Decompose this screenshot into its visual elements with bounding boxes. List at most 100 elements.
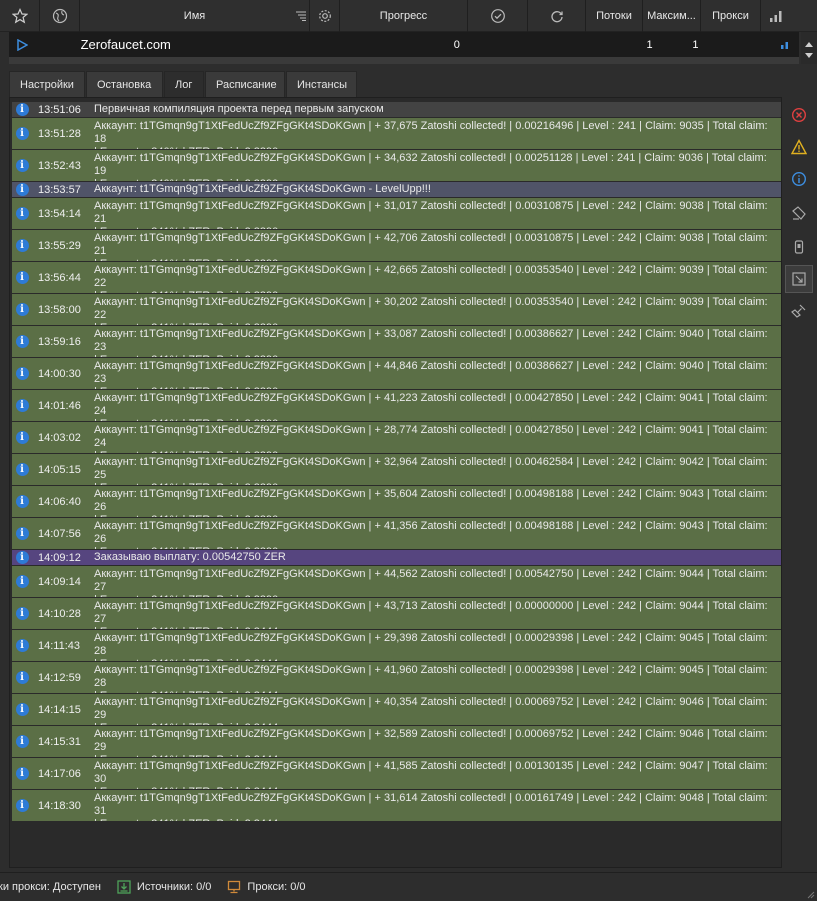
log-message: Аккаунт: t1TGmqn9gT1XtFedUcZf9ZFgGKt4SDo… xyxy=(94,183,431,195)
check-circle-icon xyxy=(490,9,505,23)
info-icon: i xyxy=(15,335,29,348)
settings-column-header[interactable] xyxy=(310,0,340,32)
progress-column-label: Прогресс xyxy=(379,10,428,22)
log-row[interactable]: i 14:06:40 Аккаунт: t1TGmqn9gT1XtFedUcZf9Z… xyxy=(12,486,781,518)
log-row[interactable]: i 13:53:57 Аккаунт: t1TGmqn9gT1XtFedUcZf9Z… xyxy=(12,182,781,198)
log-row[interactable]: i 14:17:06 Аккаунт: t1TGmqn9gT1XtFedUcZf9Z… xyxy=(12,758,781,790)
log-time: 14:07:56 xyxy=(38,527,81,540)
info-filter-button[interactable] xyxy=(785,165,813,193)
name-column-header[interactable]: Имя xyxy=(80,0,310,32)
log-row[interactable]: i 14:10:28 Аккаунт: t1TGmqn9gT1XtFedUcZf9Z… xyxy=(12,598,781,630)
error-filter-button[interactable] xyxy=(785,101,813,129)
globe-icon xyxy=(52,8,67,24)
proxies-status[interactable]: Прокси: 0/0 xyxy=(227,880,306,894)
resize-grip-icon[interactable] xyxy=(805,889,815,899)
log-row[interactable]: i 13:58:00 Аккаунт: t1TGmqn9gT1XtFedUcZf9Z… xyxy=(12,294,781,326)
log-message: Аккаунт: t1TGmqn9gT1XtFedUcZf9ZFgGKt4SDo… xyxy=(94,696,768,725)
log-row-icon-cell: i xyxy=(12,102,32,117)
tab-settings[interactable]: Настройки xyxy=(9,71,85,97)
sources-status[interactable]: Источники: 0/0 xyxy=(117,880,211,894)
log-time: 13:51:28 xyxy=(38,127,81,140)
scroll-up-arrow-icon[interactable] xyxy=(805,42,813,47)
tab-schedule[interactable]: Расписание xyxy=(205,71,285,97)
log-time: 13:51:06 xyxy=(38,103,81,116)
log-row-icon-cell: i xyxy=(12,486,32,517)
log-row[interactable]: i 13:54:14 Аккаунт: t1TGmqn9gT1XtFedUcZf9Z… xyxy=(12,198,781,230)
play-button[interactable] xyxy=(9,32,35,57)
copy-log-button[interactable] xyxy=(785,233,813,261)
info-icon: i xyxy=(15,799,29,812)
log-row[interactable]: i 14:09:12 Заказываю выплату: 0.00542750 Z… xyxy=(12,550,781,566)
copy-icon xyxy=(794,240,804,254)
log-list: i 13:51:06 Первичная компиляция проекта пе… xyxy=(12,102,781,822)
info-icon: i xyxy=(15,207,29,220)
log-row[interactable]: i 14:15:31 Аккаунт: t1TGmqn9gT1XtFedUcZf9Z… xyxy=(12,726,781,758)
max-column-header[interactable]: Максим... xyxy=(643,0,701,32)
log-time: 14:18:30 xyxy=(38,799,81,812)
log-row[interactable]: i 14:05:15 Аккаунт: t1TGmqn9gT1XtFedUcZf9Z… xyxy=(12,454,781,486)
log-panel[interactable]: i 13:51:06 Первичная компиляция проекта пе… xyxy=(9,97,782,868)
tab-instances[interactable]: Инстансы xyxy=(286,71,357,97)
log-row-icon-cell: i xyxy=(12,662,32,693)
log-message: Аккаунт: t1TGmqn9gT1XtFedUcZf9ZFgGKt4SDo… xyxy=(94,296,768,325)
log-row[interactable]: i 14:03:02 Аккаунт: t1TGmqn9gT1XtFedUcZf9Z… xyxy=(12,422,781,454)
log-row[interactable]: i 14:12:59 Аккаунт: t1TGmqn9gT1XtFedUcZf9Z… xyxy=(12,662,781,694)
log-row[interactable]: i 13:52:43 Аккаунт: t1TGmqn9gT1XtFedUcZf9Z… xyxy=(12,150,781,182)
tab-log[interactable]: Лог xyxy=(164,71,204,97)
log-row-icon-cell: i xyxy=(12,630,32,661)
project-name[interactable]: Zerofaucet.com xyxy=(81,32,265,57)
grid-horizontal-scrollbar[interactable] xyxy=(9,57,799,64)
log-row[interactable]: i 14:00:30 Аккаунт: t1TGmqn9gT1XtFedUcZf9Z… xyxy=(12,358,781,390)
project-priority xyxy=(769,32,799,57)
log-row[interactable]: i 13:56:44 Аккаунт: t1TGmqn9gT1XtFedUcZf9Z… xyxy=(12,262,781,294)
log-message: Заказываю выплату: 0.00542750 ZER xyxy=(94,551,286,563)
log-message: Аккаунт: t1TGmqn9gT1XtFedUcZf9ZFgGKt4SDo… xyxy=(94,520,768,549)
repeat-column-header[interactable] xyxy=(528,0,586,32)
info-icon: i xyxy=(15,127,29,140)
log-row[interactable]: i 14:18:30 Аккаунт: t1TGmqn9gT1XtFedUcZf9Z… xyxy=(12,790,781,822)
success-column-header[interactable] xyxy=(468,0,528,32)
scroll-down-arrow-icon[interactable] xyxy=(805,53,813,58)
log-row[interactable]: i 13:51:28 Аккаунт: t1TGmqn9gT1XtFedUcZf9Z… xyxy=(12,118,781,150)
project-row[interactable]: Zerofaucet.com 0 1 1 xyxy=(9,32,799,57)
priority-column-header[interactable] xyxy=(761,0,791,32)
zennoposter-window: Имя Прогресс Потоки Максим... Прокси Zer… xyxy=(0,0,817,901)
favorite-column-header[interactable] xyxy=(0,0,40,32)
log-row[interactable]: i 14:09:14 Аккаунт: t1TGmqn9gT1XtFedUcZf9Z… xyxy=(12,566,781,598)
clear-log-button[interactable] xyxy=(785,199,813,227)
log-row[interactable]: i 13:51:06 Первичная компиляция проекта пе… xyxy=(12,102,781,118)
autoscroll-button[interactable] xyxy=(785,265,813,293)
log-row[interactable]: i 14:07:56 Аккаунт: t1TGmqn9gT1XtFedUcZf9Z… xyxy=(12,518,781,550)
proxy-column-label: Прокси xyxy=(712,10,749,22)
log-row-icon-cell: i xyxy=(12,758,32,789)
gear-icon xyxy=(318,10,331,22)
log-row[interactable]: i 13:55:29 Аккаунт: t1TGmqn9gT1XtFedUcZf9Z… xyxy=(12,230,781,262)
info-icon: i xyxy=(15,639,29,652)
log-time: 14:17:06 xyxy=(38,767,81,780)
erase-button[interactable] xyxy=(785,297,813,325)
log-row[interactable]: i 14:14:15 Аккаунт: t1TGmqn9gT1XtFedUcZf9Z… xyxy=(12,694,781,726)
progress-column-header[interactable]: Прогресс xyxy=(340,0,468,32)
info-icon: i xyxy=(15,703,29,716)
info-icon: i xyxy=(15,183,29,196)
threads-column-header[interactable]: Потоки xyxy=(586,0,643,32)
log-row-icon-cell: i xyxy=(12,230,32,261)
log-message: Аккаунт: t1TGmqn9gT1XtFedUcZf9ZFgGKt4SDo… xyxy=(94,600,768,629)
tab-stop[interactable]: Остановка xyxy=(86,71,163,97)
info-icon: i xyxy=(15,735,29,748)
grid-vertical-scrollbar[interactable] xyxy=(801,32,817,64)
log-time: 14:10:28 xyxy=(38,607,81,620)
log-row[interactable]: i 13:59:16 Аккаунт: t1TGmqn9gT1XtFedUcZf9Z… xyxy=(12,326,781,358)
info-icon: i xyxy=(15,463,29,476)
proxy-column-header[interactable]: Прокси xyxy=(701,0,761,32)
log-row[interactable]: i 14:01:46 Аккаунт: t1TGmqn9gT1XtFedUcZf9Z… xyxy=(12,390,781,422)
log-message: Аккаунт: t1TGmqn9gT1XtFedUcZf9ZFgGKt4SDo… xyxy=(94,760,768,789)
status-column-header[interactable] xyxy=(40,0,80,32)
clear-log-icon xyxy=(792,206,806,220)
warning-filter-button[interactable] xyxy=(785,133,813,161)
log-time: 13:59:16 xyxy=(38,335,81,348)
info-icon: i xyxy=(15,367,29,380)
log-row[interactable]: i 14:11:43 Аккаунт: t1TGmqn9gT1XtFedUcZf9Z… xyxy=(12,630,781,662)
log-time: 14:03:02 xyxy=(38,431,81,444)
info-icon: i xyxy=(15,767,29,780)
